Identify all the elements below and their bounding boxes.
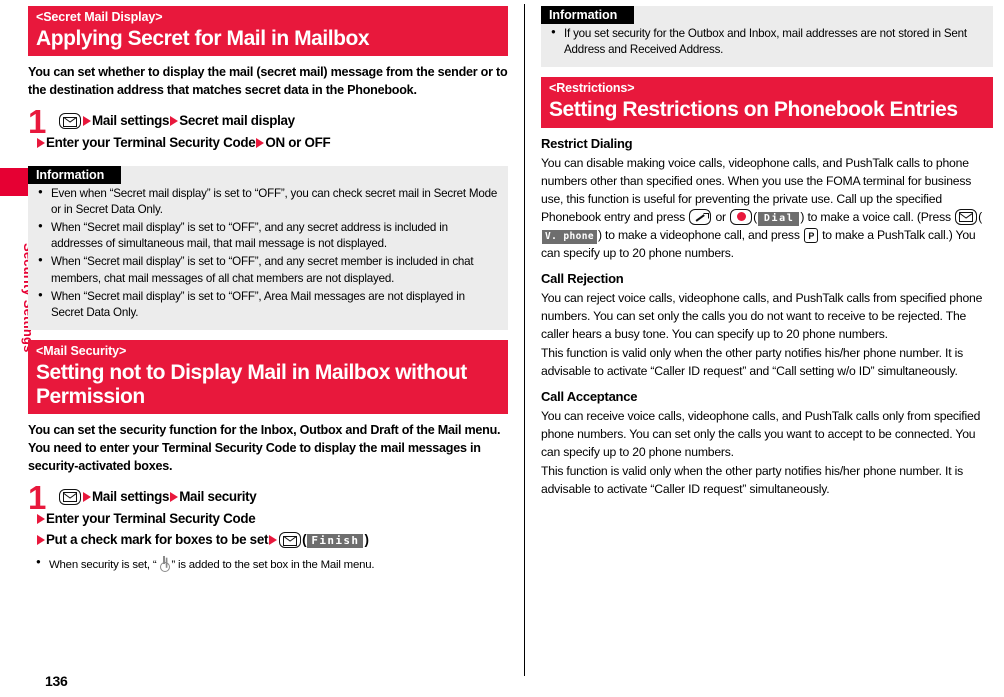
- call-rejection-para-2: This function is valid only when the oth…: [541, 346, 963, 379]
- mail-key-icon: [279, 532, 302, 549]
- section-kicker: <Restrictions>: [549, 81, 635, 96]
- information-heading: Information: [28, 165, 122, 184]
- step-line-1-label-b: Mail security: [179, 488, 257, 504]
- note-text-before: When security is set, “: [49, 558, 157, 571]
- vphone-softkey-chip: V. phone: [542, 229, 597, 244]
- select-key-icon: [730, 208, 753, 225]
- section1-lead-text: You can set whether to display the mail …: [28, 65, 508, 98]
- arrow-icon: [37, 535, 45, 546]
- arrow-icon: [256, 137, 265, 148]
- subsection-heading-restrict-dialing: Restrict Dialing: [541, 135, 633, 151]
- mail-key-icon: [59, 113, 81, 130]
- restrict-dialing-body: You can disable making voice calls, vide…: [541, 155, 982, 260]
- section2-lead-text-2: You need to enter your Terminal Security…: [28, 441, 481, 473]
- information-list: Even when “Secret mail display” is set t…: [28, 186, 508, 322]
- list-item: When “Secret mail display” is set to “OF…: [37, 254, 499, 286]
- section-title: Setting Restrictions on Phonebook Entrie…: [549, 98, 958, 122]
- section-kicker: <Secret Mail Display>: [36, 10, 163, 24]
- page-number: 136: [45, 673, 68, 689]
- step-line-2-label-a: Enter your Terminal Security Code: [46, 134, 256, 150]
- restrict-dialing-text-b: ) to make a voice call. (Press: [800, 209, 951, 224]
- restrict-dialing-text-or: or: [715, 209, 726, 224]
- section-header-mail-security: <Mail Security> Setting not to Display M…: [28, 340, 508, 415]
- left-column: <Secret Mail Display> Applying Secret fo…: [28, 6, 508, 573]
- restrict-dialing-text-c: ) to make a videophone call, and press: [597, 227, 800, 242]
- right-column: Information If you set security for the …: [541, 6, 993, 499]
- step-1-mail-security: 1 Mail settings Mail security Enter your …: [28, 481, 508, 551]
- section-title: Setting not to Display Mail in Mailbox w…: [36, 361, 467, 408]
- section-header-secret-mail-display: <Secret Mail Display> Applying Secret fo…: [28, 6, 508, 57]
- step-line-2: Enter your Terminal Security Code: [36, 508, 508, 530]
- step-line-1-label-a: Mail settings: [92, 488, 170, 504]
- step-number: 1: [28, 103, 47, 141]
- step-line-1: Mail settings Secret mail display: [58, 110, 508, 132]
- dial-softkey-chip: Dial: [757, 211, 800, 226]
- step-line-2-label-b: ON or OFF: [265, 134, 331, 150]
- information-box-mail-security: Information If you set security for the …: [541, 6, 993, 68]
- step-line-3-label: Put a check mark for boxes to be set: [46, 532, 269, 548]
- note-text-after: ” is added to the set box in the Mail me…: [171, 558, 375, 571]
- arrow-icon: [269, 535, 278, 546]
- list-item: When “Secret mail display” is set to “OF…: [37, 220, 499, 252]
- step-number: 1: [28, 478, 47, 516]
- security-key-icon: [158, 555, 170, 572]
- list-item: Even when “Secret mail display” is set t…: [37, 186, 499, 218]
- manual-page: Security Settings <Secret Mail Display> …: [0, 0, 1004, 697]
- call-acceptance-para-1: You can receive voice calls, videophone …: [541, 409, 981, 460]
- section2-lead-text-1: You can set the security function for th…: [28, 423, 501, 438]
- pushtalk-key-icon: P: [803, 227, 818, 243]
- step-line-2: Enter your Terminal Security Code ON or O…: [36, 132, 508, 154]
- step-line-1: Mail settings Mail security: [58, 486, 508, 508]
- information-box-secret-mail: Information Even when “Secret mail displ…: [28, 165, 508, 331]
- information-list: If you set security for the Outbox and I…: [541, 26, 993, 58]
- column-divider: [524, 4, 525, 676]
- arrow-icon: [83, 116, 91, 127]
- step-line-1-label-b: Secret mail display: [179, 113, 295, 129]
- mail-key-icon: [59, 488, 81, 505]
- list-item: When “Secret mail display” is set to “OF…: [37, 289, 499, 321]
- step-line-3: Put a check mark for boxes to be set(Fin…: [36, 529, 508, 551]
- call-acceptance-para-2: This function is valid only when the oth…: [541, 464, 963, 497]
- subsection-heading-call-rejection: Call Rejection: [541, 271, 624, 286]
- section-header-restrictions: <Restrictions> Setting Restrictions on P…: [541, 77, 993, 128]
- security-key-note: When security is set, “ ” is added to the…: [36, 555, 508, 574]
- section-kicker: <Mail Security>: [36, 344, 127, 359]
- finish-softkey-chip: Finish: [307, 534, 364, 549]
- list-item: If you set security for the Outbox and I…: [550, 26, 984, 58]
- information-heading: Information: [541, 6, 635, 24]
- step-1-secret-mail-display: 1 Mail settings Secret mail display Enter…: [28, 105, 508, 154]
- step-line-2-label: Enter your Terminal Security Code: [46, 510, 256, 526]
- step-line-1-label-a: Mail settings: [92, 113, 170, 129]
- arrow-icon: [170, 491, 179, 502]
- subsection-heading-call-acceptance: Call Acceptance: [541, 389, 638, 405]
- section-title: Applying Secret for Mail in Mailbox: [36, 26, 370, 50]
- mail-key-icon: [955, 208, 978, 225]
- call-rejection-para-1: You can reject voice calls, videophone c…: [541, 290, 983, 341]
- arrow-icon: [83, 491, 91, 502]
- call-key-icon: [689, 208, 712, 225]
- arrow-icon: [170, 116, 179, 127]
